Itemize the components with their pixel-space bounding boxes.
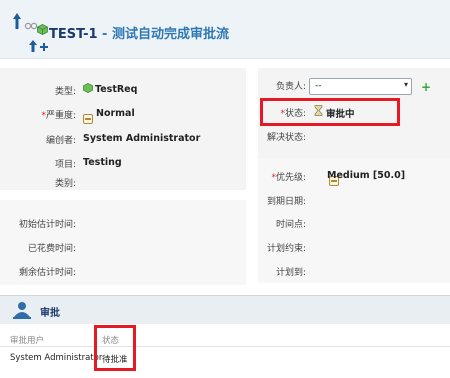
resolution-label: 解决状态:	[266, 133, 306, 143]
arrow-up-icon[interactable]	[11, 12, 23, 30]
approval-status-highlight-box	[94, 325, 136, 371]
add-icon[interactable]	[40, 43, 48, 51]
item-header: TEST-1 - 测试自动完成审批流	[0, 0, 450, 59]
project-value[interactable]: Testing	[83, 157, 122, 168]
approval-col-user: 审批用户	[10, 336, 45, 346]
due-date-label: 到期日期:	[266, 197, 306, 207]
status-highlight-box	[260, 98, 400, 126]
chevron-down-icon: ▾	[403, 80, 408, 89]
time-point-label: 时间点:	[275, 220, 306, 230]
user-icon	[13, 302, 31, 319]
requirement-cube-icon	[37, 24, 48, 35]
priority-value: Medium [50.0]	[327, 170, 406, 181]
item-id: TEST-1	[49, 27, 98, 42]
author-value: System Administrator	[83, 133, 201, 144]
assignee-label: 负责人:	[275, 82, 306, 92]
item-title: 测试自动完成审批流	[111, 27, 229, 42]
approval-section-header: 审批	[0, 295, 450, 324]
category-label: 类别:	[54, 179, 76, 189]
initial-estimate-label: 初始估计时间:	[18, 220, 76, 230]
approval-row-user: System Administrator	[10, 353, 103, 363]
plan-constraint-label: 计划约束:	[266, 244, 306, 254]
assignee-select[interactable]: -- ▾	[309, 78, 412, 95]
plan-to-label: 计划到:	[275, 268, 306, 278]
type-label: 类型:	[54, 87, 76, 97]
arrow-up-small-icon[interactable]	[28, 40, 38, 52]
table-divider	[0, 346, 450, 347]
author-label: 编创者:	[45, 136, 76, 146]
project-label: 项目:	[54, 160, 76, 170]
severity-icon	[83, 113, 93, 124]
time-spent-label: 已花费时间:	[27, 244, 76, 254]
approval-section-title: 审批	[40, 308, 60, 319]
assignee-value: --	[315, 81, 322, 91]
remaining-estimate-label: 剩余估计时间:	[18, 268, 76, 278]
priority-label: *优先级:	[271, 173, 306, 183]
page-title: TEST-1 - 测试自动完成审批流	[49, 23, 229, 42]
severity-value: Normal	[96, 108, 135, 119]
link-chain-icon	[24, 22, 38, 30]
type-value: TestReq	[95, 84, 138, 95]
title-separator: -	[97, 27, 112, 42]
severity-label: *严重度:	[41, 111, 76, 121]
requirement-cube-icon	[83, 83, 93, 93]
add-assignee-icon[interactable]: +	[421, 80, 431, 94]
